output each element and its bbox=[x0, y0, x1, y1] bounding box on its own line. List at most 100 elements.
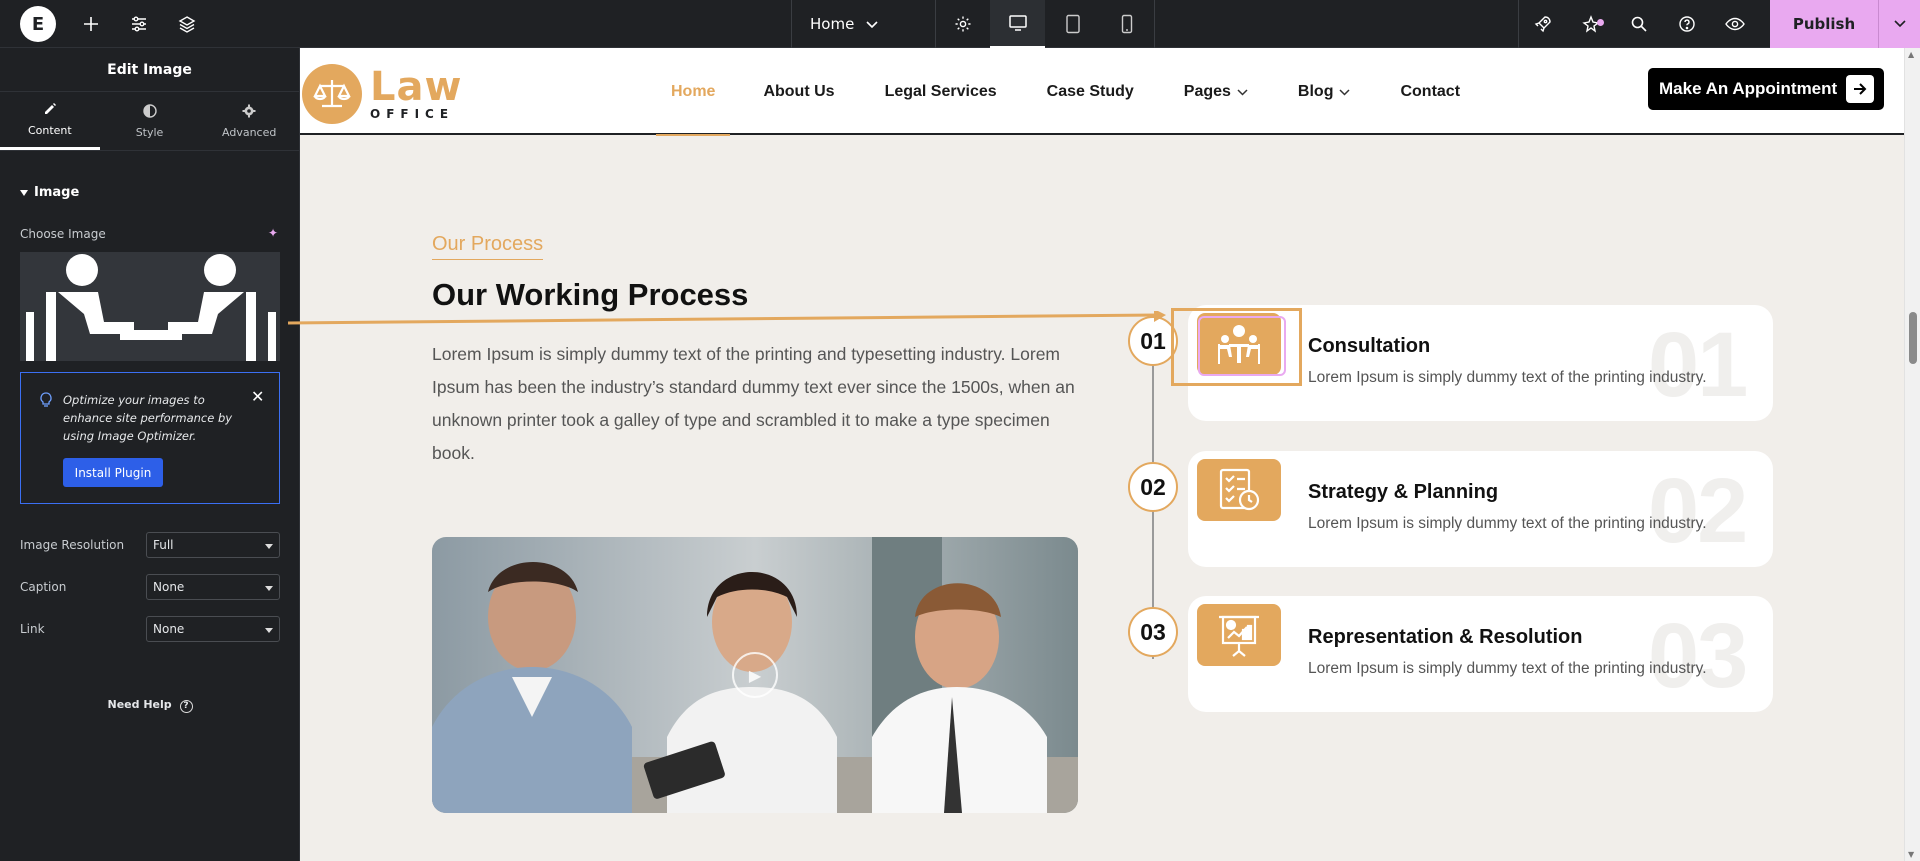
add-element-icon[interactable] bbox=[78, 11, 104, 37]
image-optimizer-notice: Optimize your images to enhance site per… bbox=[20, 372, 280, 504]
step-watermark-number: 03 bbox=[1648, 605, 1748, 707]
search-icon[interactable] bbox=[1615, 11, 1663, 37]
page-selector[interactable]: Home bbox=[791, 0, 935, 48]
tab-style[interactable]: Style bbox=[100, 92, 200, 150]
close-icon[interactable]: ✕ bbox=[251, 387, 264, 406]
rocket-icon[interactable] bbox=[1519, 11, 1567, 37]
tab-content[interactable]: Content bbox=[0, 92, 100, 150]
step-description: Lorem Ipsum is simply dummy text of the … bbox=[1308, 515, 1707, 532]
caption-select[interactable]: None bbox=[146, 574, 280, 600]
logo-main: Law bbox=[370, 64, 463, 110]
checklist-icon[interactable] bbox=[1197, 459, 1281, 521]
step-number: 03 bbox=[1128, 607, 1178, 657]
step-title: Strategy & Planning bbox=[1308, 481, 1499, 503]
help-icon[interactable] bbox=[1663, 11, 1711, 37]
step-title: Consultation bbox=[1308, 335, 1431, 357]
publish-options-chevron-icon[interactable] bbox=[1878, 0, 1920, 48]
logo-text: Law OFFICE bbox=[370, 67, 462, 121]
caret-down-icon bbox=[265, 580, 273, 594]
site-header: Law OFFICE Home About Us Legal Services … bbox=[300, 48, 1904, 136]
elementor-logo-icon[interactable]: E bbox=[20, 6, 56, 42]
nav-pages[interactable]: Pages bbox=[1169, 48, 1263, 135]
make-appointment-button[interactable]: Make An Appointment bbox=[1648, 68, 1884, 110]
scroll-up-arrow-icon[interactable]: ▲ bbox=[1908, 50, 1914, 59]
process-step: 02 Strategy & Planning Lorem Ipsum is si… bbox=[1128, 451, 1778, 567]
drag-connector-arrow bbox=[288, 311, 1166, 325]
topbar-left-tools: E bbox=[20, 6, 200, 42]
step-title: Representation & Resolution bbox=[1308, 626, 1583, 648]
logo-sub: OFFICE bbox=[370, 107, 455, 121]
scroll-down-arrow-icon[interactable]: ▼ bbox=[1908, 850, 1914, 859]
caption-label: Caption bbox=[20, 580, 67, 594]
notifications-icon[interactable] bbox=[1567, 11, 1615, 37]
nav-about-us-label: About Us bbox=[763, 82, 835, 100]
nav-case-study-label: Case Study bbox=[1046, 82, 1134, 100]
topbar-right-tools bbox=[1518, 0, 1759, 48]
pencil-icon bbox=[43, 102, 57, 119]
page-settings-gear-icon[interactable] bbox=[935, 0, 990, 48]
ai-sparkle-icon[interactable]: ✦ bbox=[268, 226, 278, 240]
nav-legal-services-label: Legal Services bbox=[884, 82, 997, 100]
site-nav: Home About Us Legal Services Case Study … bbox=[656, 48, 1475, 136]
publish-label: Publish bbox=[1792, 15, 1856, 33]
team-photo[interactable]: ▶ bbox=[432, 537, 1078, 813]
process-step: 03 Representation & Resolution Lorem Ips… bbox=[1128, 596, 1778, 712]
publish-button[interactable]: Publish bbox=[1770, 0, 1920, 48]
preview-eye-icon[interactable] bbox=[1711, 11, 1759, 37]
image-resolution-control: Image Resolution Full bbox=[20, 532, 280, 558]
editor-panel: Edit Image Content Style Advanced Image … bbox=[0, 48, 300, 861]
image-resolution-label: Image Resolution bbox=[20, 538, 125, 552]
tab-style-label: Style bbox=[135, 125, 164, 139]
nav-blog[interactable]: Blog bbox=[1283, 48, 1366, 135]
tablet-view-icon[interactable] bbox=[1045, 0, 1100, 48]
topbar-center: Home bbox=[791, 0, 1155, 48]
mobile-view-icon[interactable] bbox=[1100, 0, 1155, 48]
nav-legal-services[interactable]: Legal Services bbox=[870, 48, 1012, 135]
need-help-label: Need Help bbox=[107, 698, 172, 711]
scroll-thumb[interactable] bbox=[1909, 312, 1917, 364]
notice-text: Optimize your images to enhance site per… bbox=[63, 393, 233, 443]
help-circle-icon: ? bbox=[179, 700, 193, 713]
tab-content-label: Content bbox=[27, 124, 72, 137]
link-control: Link None bbox=[20, 616, 280, 642]
section-body: Lorem Ipsum is simply dummy text of the … bbox=[432, 344, 1075, 463]
caption-control: Caption None bbox=[20, 574, 280, 600]
editor-topbar: E Home Publish bbox=[0, 0, 1920, 48]
image-resolution-select[interactable]: Full bbox=[146, 532, 280, 558]
vertical-scrollbar[interactable]: ▲ ▼ bbox=[1904, 48, 1920, 861]
panel-tabs: Content Style Advanced bbox=[0, 92, 299, 151]
site-logo[interactable]: Law OFFICE bbox=[302, 64, 462, 124]
site-settings-icon[interactable] bbox=[126, 11, 152, 37]
page-selector-label: Home bbox=[810, 15, 855, 33]
section-toggle-image[interactable]: Image bbox=[20, 185, 79, 200]
notification-dot bbox=[1597, 19, 1604, 26]
caption-value: None bbox=[153, 580, 185, 594]
layers-icon[interactable] bbox=[174, 11, 200, 37]
chevron-down-icon bbox=[1237, 83, 1248, 101]
nav-contact[interactable]: Contact bbox=[1385, 48, 1475, 135]
image-preview[interactable] bbox=[20, 252, 280, 361]
link-select[interactable]: None bbox=[146, 616, 280, 642]
choose-image-label: Choose Image bbox=[20, 227, 106, 241]
panel-title: Edit Image bbox=[0, 48, 299, 92]
caret-down-icon bbox=[265, 622, 273, 636]
nav-blog-label: Blog bbox=[1297, 82, 1334, 100]
nav-home-label: Home bbox=[671, 82, 716, 100]
nav-case-study[interactable]: Case Study bbox=[1032, 48, 1149, 135]
presentation-icon[interactable] bbox=[1197, 604, 1281, 666]
step-description: Lorem Ipsum is simply dummy text of the … bbox=[1308, 660, 1707, 677]
install-plugin-button[interactable]: Install Plugin bbox=[63, 458, 163, 487]
cta-label: Make An Appointment bbox=[1659, 79, 1838, 98]
nav-about-us[interactable]: About Us bbox=[748, 48, 849, 135]
preview-canvas: Law OFFICE Home About Us Legal Services … bbox=[300, 48, 1904, 861]
chevron-down-icon bbox=[866, 15, 878, 33]
desktop-view-icon[interactable] bbox=[990, 0, 1045, 48]
nav-pages-label: Pages bbox=[1183, 82, 1231, 100]
gear-icon bbox=[242, 104, 256, 121]
lightbulb-icon bbox=[39, 392, 53, 412]
tab-advanced[interactable]: Advanced bbox=[199, 92, 299, 150]
play-video-icon[interactable]: ▶ bbox=[732, 652, 778, 698]
nav-home[interactable]: Home bbox=[656, 49, 731, 136]
selected-widget-inner-outline bbox=[1198, 316, 1286, 376]
need-help-link[interactable]: Need Help ? bbox=[0, 698, 300, 713]
